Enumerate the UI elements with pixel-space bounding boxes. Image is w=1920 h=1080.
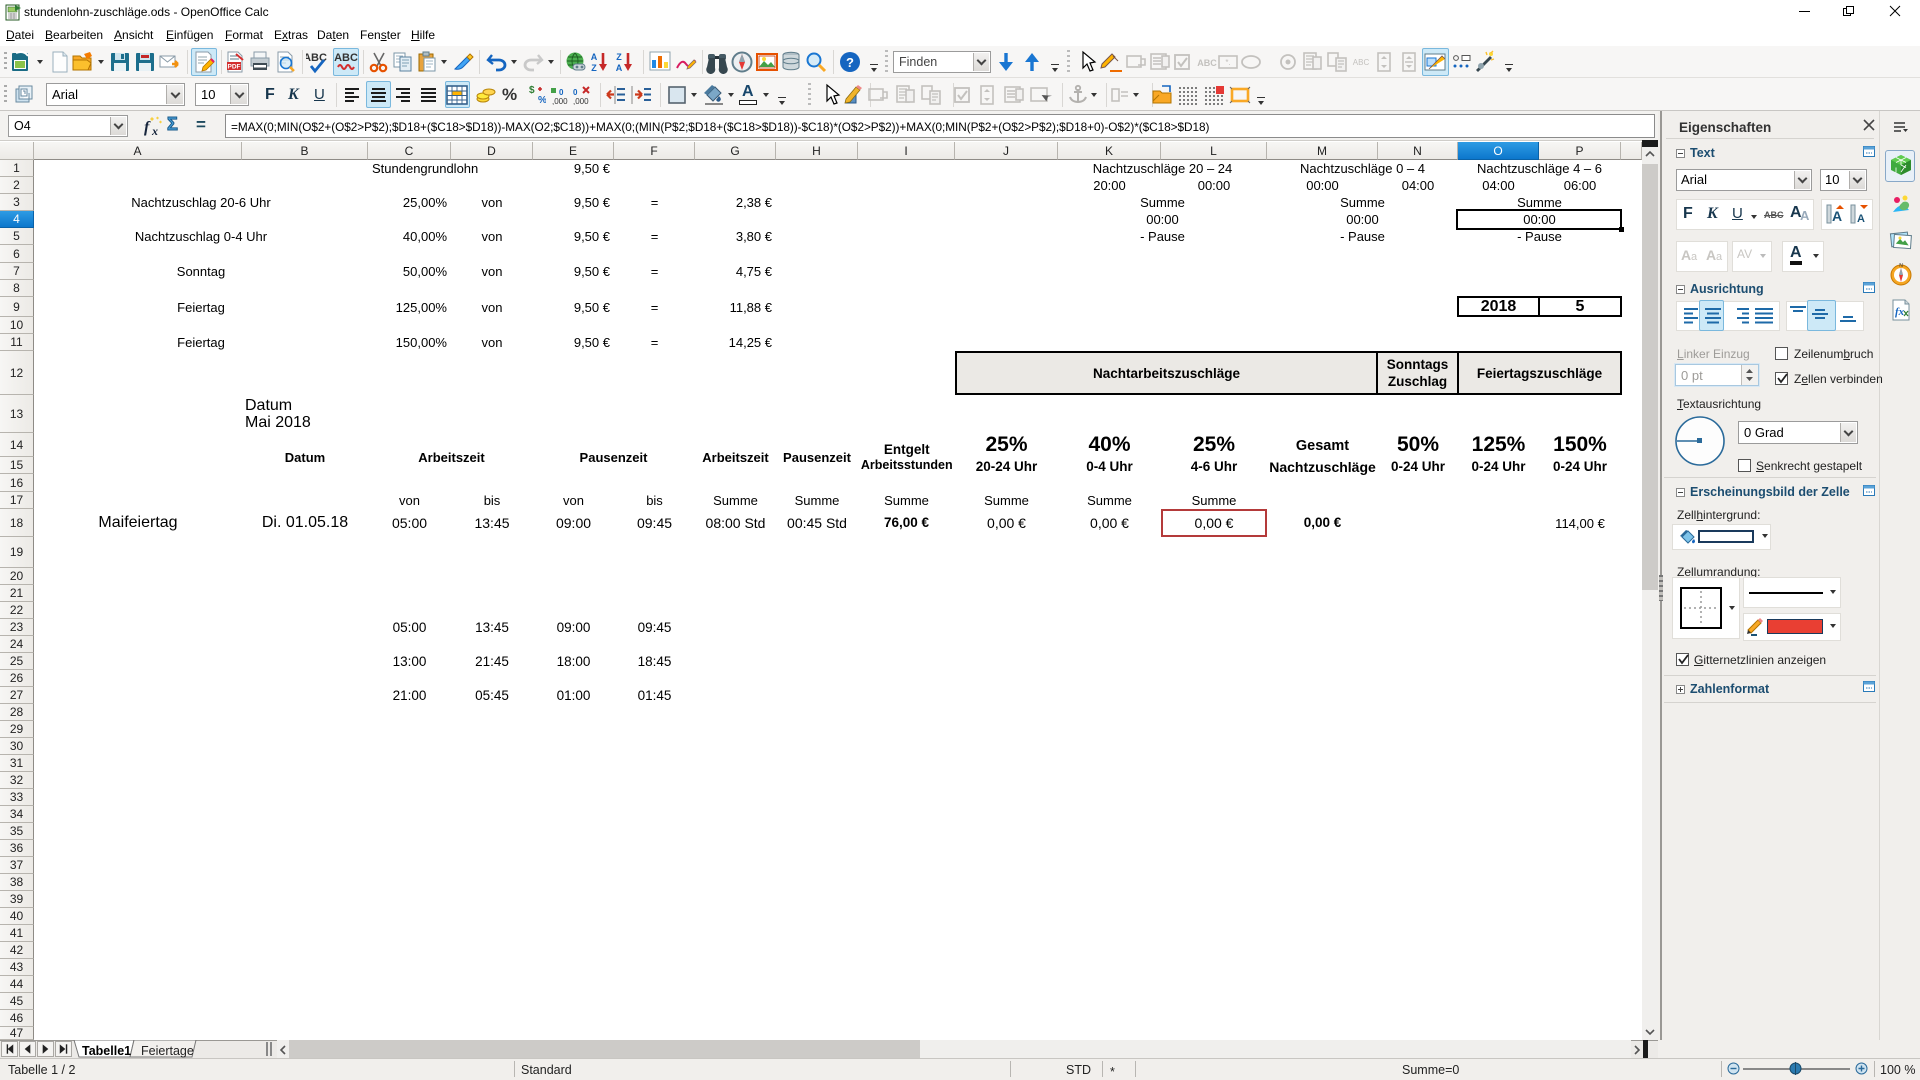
svg-text:PDF: PDF (228, 64, 241, 71)
svg-text:0: 0 (559, 88, 564, 97)
svg-text:,000: ,000 (552, 97, 568, 106)
svg-text:A: A (591, 52, 598, 62)
svg-text:,000: ,000 (573, 97, 589, 106)
svg-text:ABC: ABC (1197, 58, 1217, 68)
svg-text:?: ? (846, 55, 854, 70)
svg-text:$: $ (529, 85, 535, 96)
svg-text:A: A (616, 63, 623, 73)
svg-text:ABC: ABC (334, 52, 358, 64)
svg-text:0: 0 (573, 88, 578, 97)
svg-text:N: N (1899, 263, 1903, 269)
svg-text:A: A (1832, 208, 1842, 224)
svg-text:ABC: ABC (1353, 58, 1370, 67)
svg-text:*.: *. (1225, 58, 1230, 67)
svg-text:Z: Z (591, 63, 597, 73)
svg-text:fx: fx (1895, 306, 1905, 318)
svg-text:%: % (538, 95, 546, 106)
svg-text:Z: Z (616, 52, 622, 62)
svg-text:f: f (144, 119, 151, 136)
svg-text:x: x (151, 124, 158, 138)
svg-text:A: A (1857, 213, 1865, 225)
